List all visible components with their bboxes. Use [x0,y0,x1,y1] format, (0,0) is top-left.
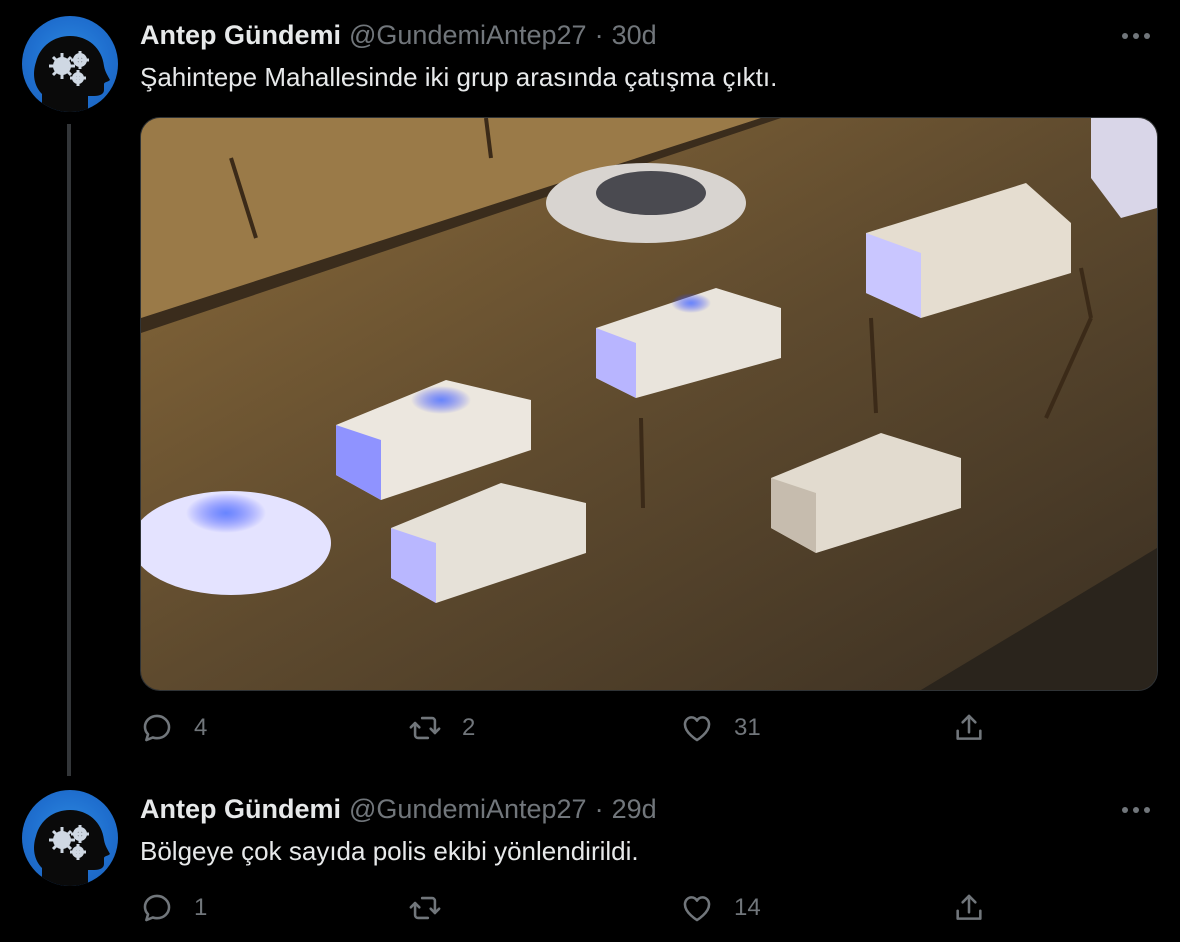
tweet-actions-bar: 4 2 31 [140,708,1000,748]
head-gears-icon [34,810,110,886]
retweet-button[interactable]: 2 [408,708,475,748]
head-gears-icon [34,36,110,112]
thread-connector-line [67,124,71,776]
tweet-1[interactable]: Antep Gündemi @GundemiAntep27 · 30d Şahi… [0,0,1180,780]
avatar[interactable] [22,790,118,886]
like-button[interactable]: 14 [680,888,761,928]
share-button[interactable] [952,888,986,928]
reply-count: 1 [194,894,208,921]
reply-icon [143,894,171,922]
heart-icon [683,716,711,742]
tweet-photo[interactable] [140,117,1158,691]
more-options-button[interactable] [1118,24,1154,48]
share-icon [956,894,982,920]
reply-count: 4 [194,714,208,741]
tweet-text: Bölgeye çok sayıda polis ekibi yönlendir… [140,836,639,866]
share-icon [956,714,982,740]
more-dots-icon [1122,807,1150,813]
retweet-icon [409,716,441,740]
reply-button[interactable]: 1 [140,888,207,928]
avatar[interactable] [22,16,118,112]
timestamp[interactable]: 29d [612,794,657,825]
tweet-header: Antep Gündemi @GundemiAntep27 · 30d [140,20,657,51]
like-button[interactable]: 31 [680,708,761,748]
more-dots-icon [1122,33,1150,39]
tweet-2[interactable]: Antep Gündemi @GundemiAntep27 · 29d Bölg… [0,780,1180,942]
like-count: 31 [734,714,761,741]
tweet-header: Antep Gündemi @GundemiAntep27 · 29d [140,794,657,825]
retweet-icon [409,896,441,920]
tweet-actions-bar: 1 14 [140,888,1000,928]
display-name[interactable]: Antep Gündemi [140,20,341,51]
retweet-count: 2 [462,714,476,741]
user-handle[interactable]: @GundemiAntep27 [349,794,587,825]
separator-dot: · [594,794,604,824]
like-count: 14 [734,894,761,921]
separator-dot: · [594,20,604,50]
retweet-button[interactable] [408,888,462,928]
tweet-text: Şahintepe Mahallesinde iki grup arasında… [140,62,778,92]
timestamp[interactable]: 30d [612,20,657,51]
more-options-button[interactable] [1118,798,1154,822]
photo-icon [141,118,1157,690]
reply-icon [143,714,171,742]
reply-button[interactable]: 4 [140,708,207,748]
user-handle[interactable]: @GundemiAntep27 [349,20,587,51]
share-button[interactable] [952,708,986,748]
display-name[interactable]: Antep Gündemi [140,794,341,825]
heart-icon [683,896,711,922]
